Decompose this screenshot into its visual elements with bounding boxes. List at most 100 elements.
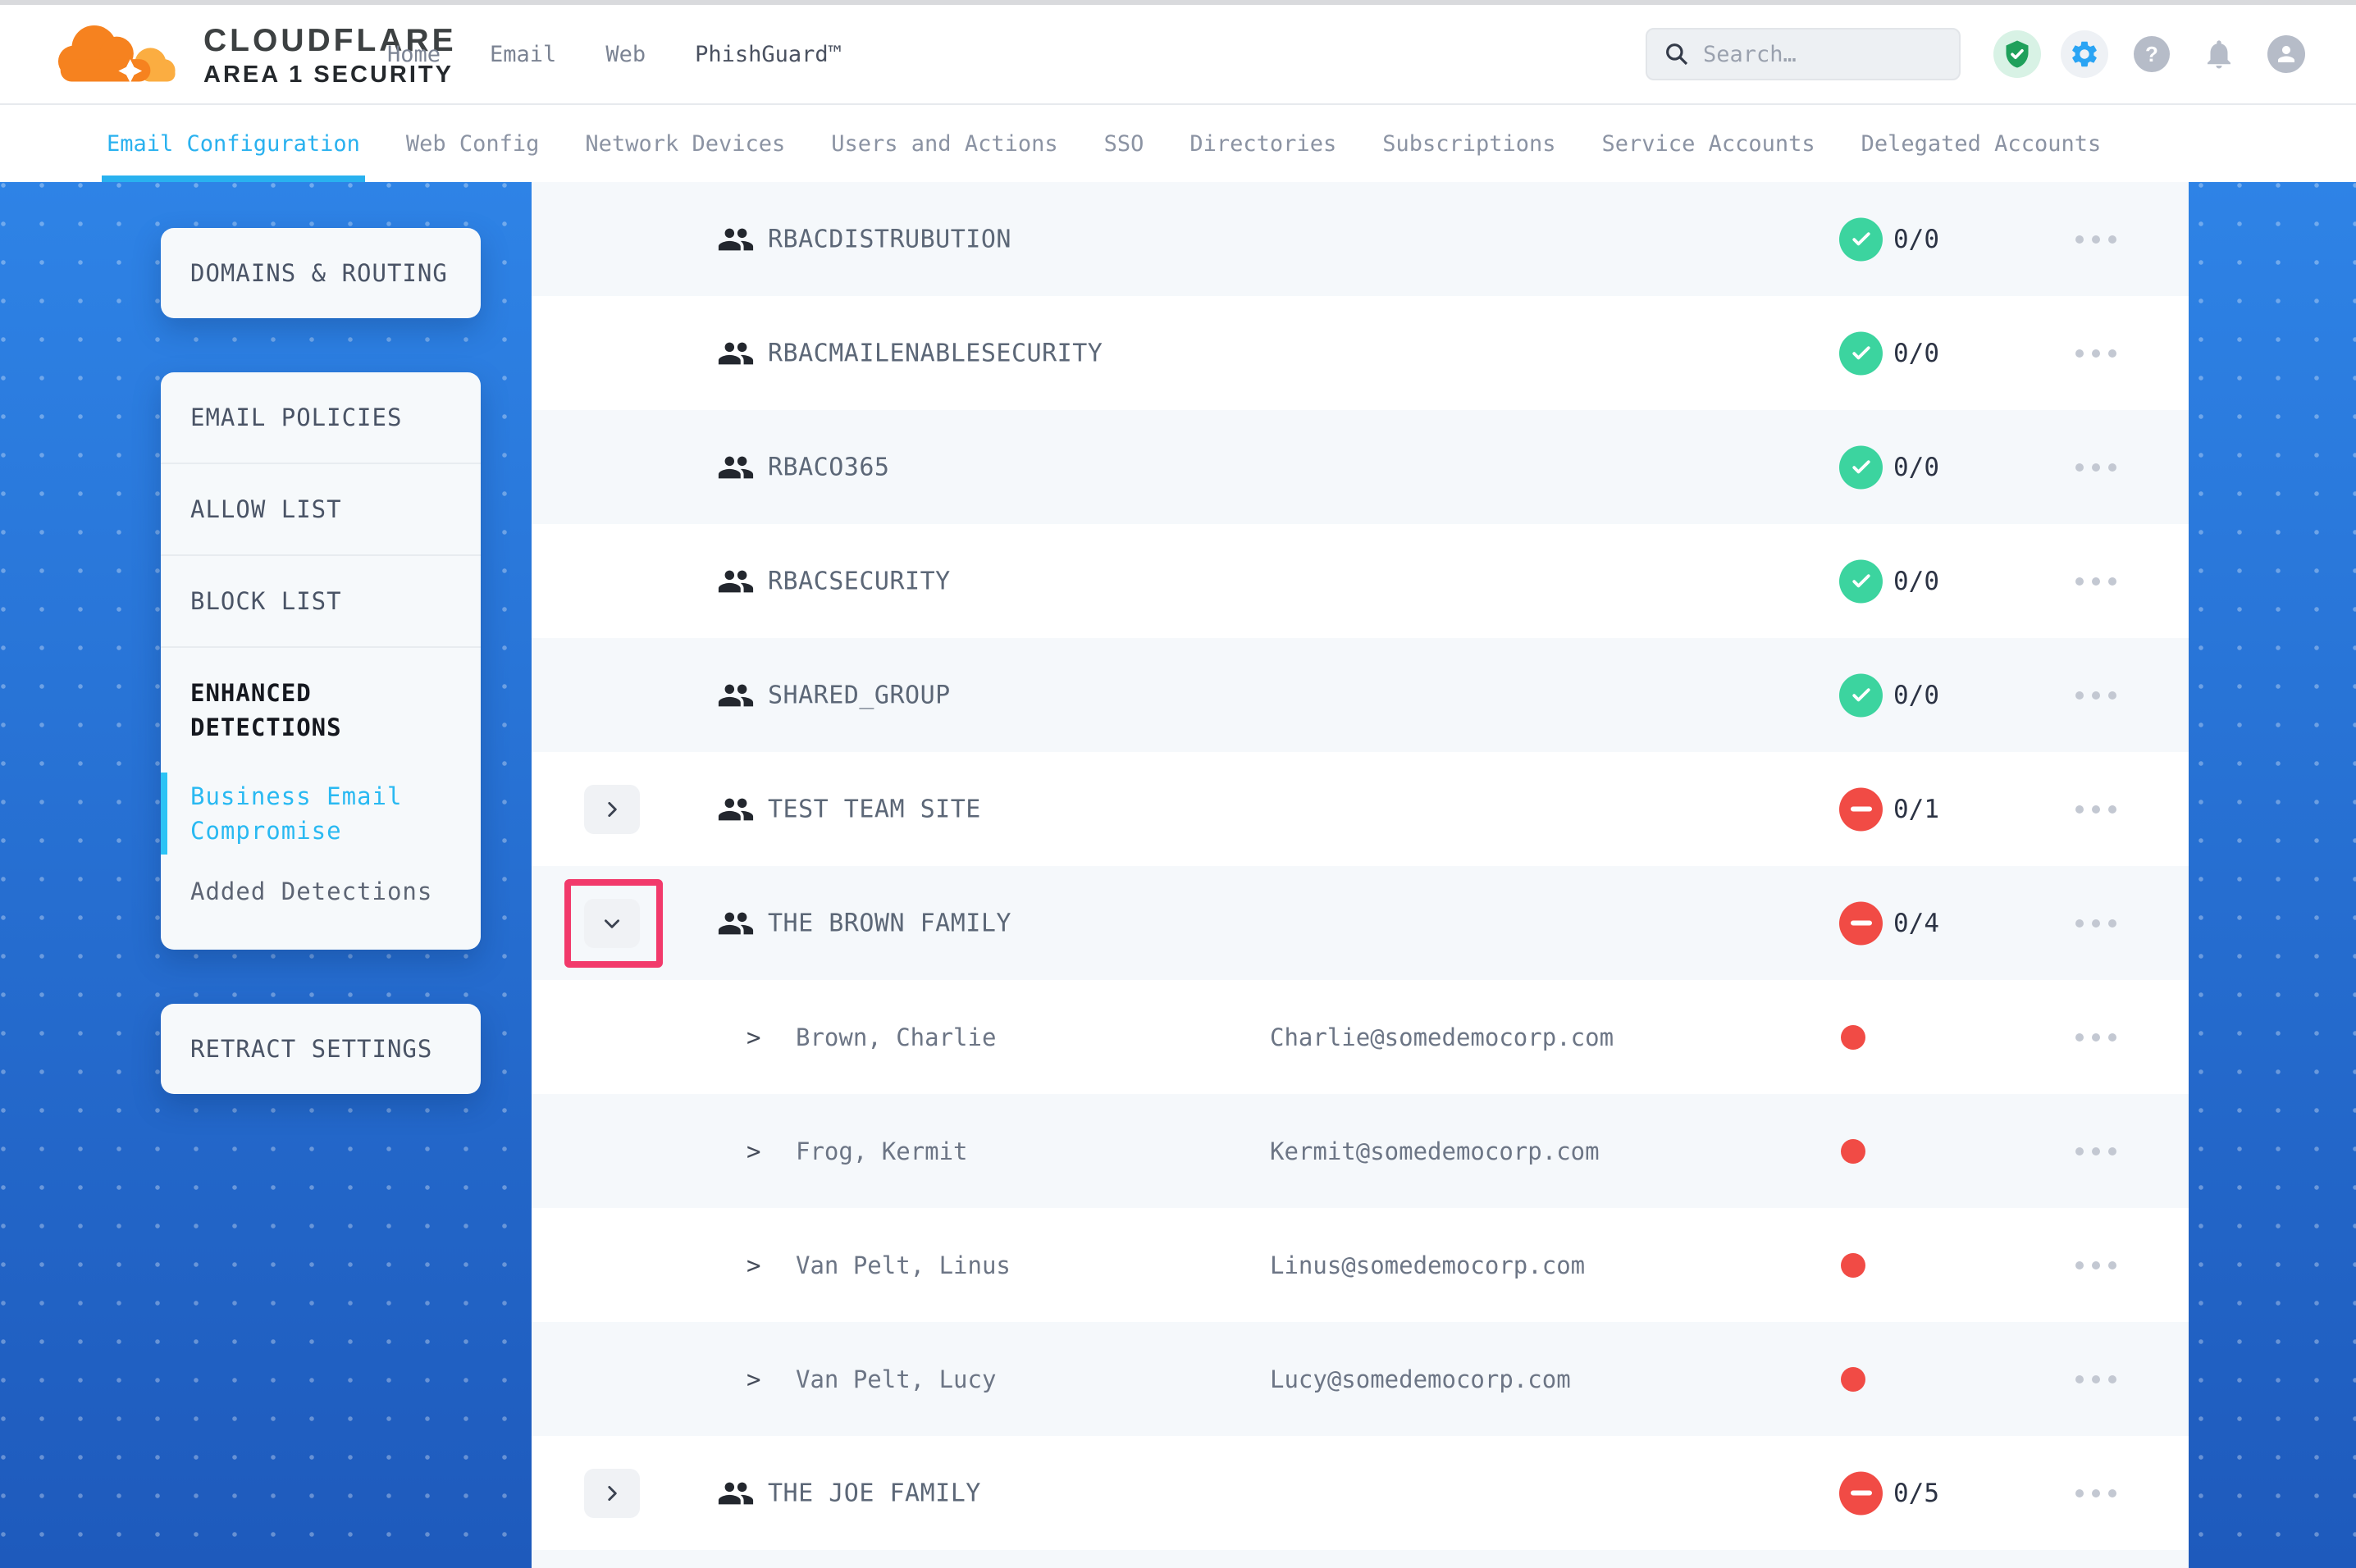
group-name: TEST TEAM SITE [768,795,981,823]
top-nav-links: Home Email Web PhishGuard™ [387,5,842,103]
member-name: Van Pelt, Lucy [796,1365,996,1393]
tab-email-configuration[interactable]: Email Configuration [107,105,360,182]
sidebar-item-label: ENHANCED DETECTIONS [190,676,451,745]
member-chevron-icon[interactable]: > [747,1365,760,1393]
sidebar-item-label: ALLOW LIST [190,492,451,526]
tab-sso[interactable]: SSO [1104,105,1144,182]
check-icon [1849,341,1874,366]
sidebar-item-email-policies[interactable]: EMAIL POLICIES [161,372,481,463]
row-menu-button[interactable] [2069,913,2123,934]
group-row-rbacmailenablesecurity[interactable]: RBACMAILENABLESECURITY 0/0 [532,296,2189,410]
member-row-brown-charlie[interactable]: > Brown, Charlie Charlie@somedemocorp.co… [532,980,2189,1094]
sidebar-item-block-list[interactable]: BLOCK LIST [161,554,481,646]
sidebar-item-label: DOMAINS & ROUTING [190,256,451,290]
row-menu-button[interactable] [2069,229,2123,250]
minus-icon [1851,921,1872,926]
member-row-frog-kermit[interactable]: > Frog, Kermit Kermit@somedemocorp.com [532,1094,2189,1208]
row-menu-button[interactable] [2069,1483,2123,1504]
workspace-background: DOMAINS & ROUTING EMAIL POLICIES ALLOW LIS… [0,182,2356,1568]
tab-users-and-actions[interactable]: Users and Actions [831,105,1057,182]
tab-network-devices[interactable]: Network Devices [585,105,785,182]
row-menu-button[interactable] [2069,1369,2123,1390]
sidebar-item-label: BLOCK LIST [190,584,451,618]
group-people-icon [717,1475,755,1512]
sidebar-card: RETRACT SETTINGS [161,1004,481,1094]
group-row-shared-group[interactable]: SHARED_GROUP 0/0 [532,638,2189,752]
row-menu-button[interactable] [2069,343,2123,364]
notifications-button[interactable] [2195,30,2243,78]
notifications-bell-icon [2202,37,2236,71]
tab-service-accounts[interactable]: Service Accounts [1602,105,1815,182]
help-button[interactable]: ? [2128,30,2176,78]
status-badge [1839,559,1883,603]
tab-subscriptions[interactable]: Subscriptions [1382,105,1555,182]
group-people-icon [717,791,755,828]
member-row-van-pelt-linus[interactable]: > Van Pelt, Linus Linus@somedemocorp.com [532,1208,2189,1322]
member-status-dot [1841,1253,1865,1278]
nav-link-web[interactable]: Web [605,42,646,67]
row-menu-button[interactable] [2069,799,2123,820]
row-menu-button[interactable] [2069,1027,2123,1048]
group-row-rbaco365[interactable]: RBACO365 0/0 [532,410,2189,524]
member-count: 0/1 [1893,795,1939,824]
tab-directories[interactable]: Directories [1189,105,1336,182]
sidebar: DOMAINS & ROUTING EMAIL POLICIES ALLOW LIS… [161,228,481,1094]
status-badge [1839,1471,1883,1515]
group-row-test-team-site[interactable]: TEST TEAM SITE 0/1 [532,752,2189,866]
group-people-icon [717,905,755,942]
member-status-dot [1841,1139,1865,1164]
row-menu-button[interactable] [2069,571,2123,592]
account-button[interactable] [2262,30,2310,78]
row-menu-button[interactable] [2069,1141,2123,1162]
expand-toggle-button[interactable] [584,785,640,834]
nav-link-email[interactable]: Email [490,42,556,67]
sidebar-item-business-email-compromise[interactable]: Business Email Compromise [190,766,451,861]
search-box[interactable] [1646,28,1961,80]
nav-link-phishguard[interactable]: PhishGuard™ [695,42,842,67]
group-name: RBACMAILENABLESECURITY [768,339,1103,367]
member-chevron-icon[interactable]: > [747,1251,760,1279]
sidebar-item-domains-routing[interactable]: DOMAINS & ROUTING [161,228,481,318]
sidebar-item-retract-settings[interactable]: RETRACT SETTINGS [161,1004,481,1094]
group-row-the-joe-family[interactable]: THE JOE FAMILY 0/5 [532,1436,2189,1550]
sidebar-item-allow-list[interactable]: ALLOW LIST [161,463,481,554]
row-menu-button[interactable] [2069,1255,2123,1276]
member-email: Linus@somedemocorp.com [1270,1251,1585,1279]
member-count: 0/0 [1893,225,1939,254]
group-people-icon [717,449,755,486]
sidebar-item-label: RETRACT SETTINGS [190,1032,451,1066]
group-name: THE JOE FAMILY [768,1479,981,1507]
member-count: 0/4 [1893,909,1939,938]
security-status-button[interactable] [1993,30,2041,78]
member-status-dot [1841,1025,1865,1050]
member-count: 0/5 [1893,1479,1939,1508]
tab-delegated-accounts[interactable]: Delegated Accounts [1861,105,2102,182]
search-input[interactable] [1703,42,1943,67]
group-row-rbacdistrubution[interactable]: RBACDISTRUBUTION 0/0 [532,182,2189,296]
settings-button[interactable] [2061,30,2108,78]
check-icon [1849,455,1874,480]
row-menu-button[interactable] [2069,457,2123,478]
member-name: Van Pelt, Linus [796,1251,1011,1279]
expand-toggle-button[interactable] [584,899,640,948]
member-chevron-icon[interactable]: > [747,1023,760,1051]
tab-web-config[interactable]: Web Config [406,105,540,182]
member-name: Brown, Charlie [796,1023,996,1051]
nav-link-home[interactable]: Home [387,42,441,67]
expand-toggle-button[interactable] [584,1469,640,1518]
group-row-the-brown-family[interactable]: THE BROWN FAMILY 0/4 [532,866,2189,980]
sidebar-item-enhanced-detections[interactable]: ENHANCED DETECTIONS Business Email Compro… [161,646,481,950]
member-chevron-icon[interactable]: > [747,1137,760,1165]
group-row-rbacsecurity[interactable]: RBACSECURITY 0/0 [532,524,2189,638]
row-menu-button[interactable] [2069,685,2123,706]
member-email: Lucy@somedemocorp.com [1270,1365,1571,1393]
status-badge [1839,331,1883,375]
settings-gear-icon [2069,39,2100,70]
user-avatar-icon [2267,35,2305,73]
sidebar-item-added-detections[interactable]: Added Detections [190,861,451,922]
member-count: 0/0 [1893,453,1939,482]
member-email: Kermit@somedemocorp.com [1270,1137,1600,1165]
help-question-icon: ? [2134,36,2170,72]
member-row-van-pelt-lucy[interactable]: > Van Pelt, Lucy Lucy@somedemocorp.com [532,1322,2189,1436]
group-people-icon [717,221,755,258]
